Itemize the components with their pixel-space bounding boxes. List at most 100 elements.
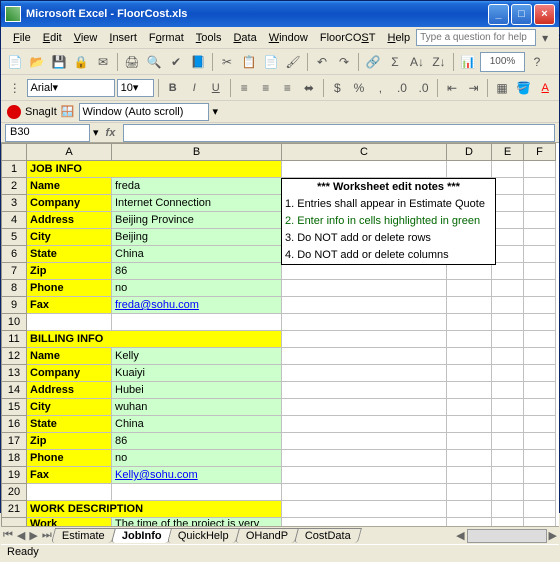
row-header[interactable]: 16 — [2, 416, 27, 433]
cell[interactable] — [282, 297, 447, 314]
close-button[interactable]: × — [534, 4, 555, 25]
cell[interactable] — [447, 518, 492, 527]
cell[interactable] — [524, 212, 556, 229]
menu-floorcost[interactable]: FloorCOST — [314, 30, 382, 46]
research-icon[interactable]: 📘 — [188, 52, 208, 72]
row-header[interactable]: 5 — [2, 229, 27, 246]
copy-icon[interactable]: 📋 — [239, 52, 259, 72]
percent-icon[interactable]: % — [349, 78, 369, 98]
cell[interactable]: The time of the project is very limit, s… — [112, 518, 282, 527]
dec-decimal-icon[interactable]: .0 — [414, 78, 434, 98]
hscroll-right-icon[interactable]: ▶ — [547, 529, 559, 542]
row-header[interactable]: 1 — [2, 161, 27, 178]
cell[interactable]: Name — [27, 348, 112, 365]
cell[interactable]: Hubei — [112, 382, 282, 399]
merge-icon[interactable]: ⬌ — [299, 78, 319, 98]
snagit-mode[interactable]: Window (Auto scroll) — [79, 103, 209, 121]
cell[interactable] — [524, 518, 556, 527]
underline-icon[interactable]: U — [206, 78, 226, 98]
preview-icon[interactable]: 🔍 — [144, 52, 164, 72]
cell[interactable] — [447, 161, 492, 178]
cell[interactable] — [492, 348, 524, 365]
cell[interactable] — [282, 433, 447, 450]
cell[interactable]: Beijing — [112, 229, 282, 246]
row-header[interactable]: 9 — [2, 297, 27, 314]
cell[interactable] — [524, 178, 556, 195]
cell[interactable] — [282, 501, 447, 518]
cell[interactable] — [524, 297, 556, 314]
help-dropdown-icon[interactable]: ▾ — [536, 28, 554, 48]
tab-nav-prev-icon[interactable]: ◀ — [15, 529, 27, 542]
cell[interactable] — [282, 450, 447, 467]
cell[interactable] — [524, 246, 556, 263]
cell[interactable]: Phone — [27, 450, 112, 467]
row-header[interactable]: 8 — [2, 280, 27, 297]
italic-icon[interactable]: I — [184, 78, 204, 98]
cell[interactable]: JOB INFO — [27, 161, 282, 178]
print-icon[interactable]: 🖨 — [122, 52, 142, 72]
dec-indent-icon[interactable]: ⇤ — [442, 78, 462, 98]
cell[interactable] — [282, 348, 447, 365]
new-icon[interactable]: 📄 — [5, 52, 25, 72]
cell[interactable] — [524, 382, 556, 399]
cell[interactable] — [492, 365, 524, 382]
cell[interactable] — [447, 382, 492, 399]
hyperlink-icon[interactable]: 🔗 — [363, 52, 383, 72]
cell[interactable] — [492, 331, 524, 348]
cell[interactable] — [524, 314, 556, 331]
cell[interactable]: State — [27, 246, 112, 263]
row-header[interactable]: 15 — [2, 399, 27, 416]
cell[interactable]: Address — [27, 382, 112, 399]
cell[interactable] — [492, 450, 524, 467]
snagit-window-icon[interactable]: 🪟 — [61, 105, 75, 118]
cell[interactable] — [282, 399, 447, 416]
tab-nav-next-icon[interactable]: ▶ — [27, 529, 39, 542]
cell[interactable]: freda — [112, 178, 282, 195]
sheet-tab[interactable]: QuickHelp — [167, 528, 240, 543]
cell[interactable] — [524, 433, 556, 450]
cell[interactable]: wuhan — [112, 399, 282, 416]
cell[interactable] — [447, 280, 492, 297]
font-size[interactable]: 10 ▾ — [117, 79, 154, 97]
chart-icon[interactable]: 📊 — [458, 52, 478, 72]
cell[interactable] — [282, 382, 447, 399]
row-header[interactable]: 3 — [2, 195, 27, 212]
row-header[interactable]: 6 — [2, 246, 27, 263]
row-header[interactable]: 14 — [2, 382, 27, 399]
autosum-icon[interactable]: Σ — [385, 52, 405, 72]
cell[interactable]: 86 — [112, 263, 282, 280]
inc-decimal-icon[interactable]: .0 — [392, 78, 412, 98]
row-header[interactable]: 20 — [2, 484, 27, 501]
cell[interactable] — [282, 416, 447, 433]
col-header[interactable]: D — [447, 144, 492, 161]
cell[interactable]: Fax — [27, 297, 112, 314]
cell[interactable] — [492, 399, 524, 416]
row-header[interactable]: 10 — [2, 314, 27, 331]
menu-help[interactable]: Help — [381, 30, 416, 46]
cell[interactable] — [282, 365, 447, 382]
cell[interactable] — [492, 416, 524, 433]
cell[interactable]: Name — [27, 178, 112, 195]
permission-icon[interactable]: 🔒 — [71, 52, 91, 72]
cell[interactable] — [447, 467, 492, 484]
cell[interactable]: State — [27, 416, 112, 433]
handle-icon[interactable]: ⋮ — [5, 78, 25, 98]
cell[interactable]: Company — [27, 365, 112, 382]
row-header[interactable]: 12 — [2, 348, 27, 365]
menu-view[interactable]: View — [68, 30, 104, 46]
cell[interactable] — [524, 399, 556, 416]
name-dropdown-icon[interactable]: ▾ — [90, 126, 102, 139]
sheet-tab[interactable]: CostData — [294, 528, 362, 543]
cell[interactable] — [282, 314, 447, 331]
cell[interactable]: Company — [27, 195, 112, 212]
zoom-box[interactable]: 100% — [480, 52, 525, 72]
minimize-button[interactable]: _ — [488, 4, 509, 25]
worksheet-grid[interactable]: A B C D E F 1JOB INFO2Namefreda3CompanyI… — [1, 143, 559, 526]
cell[interactable] — [447, 416, 492, 433]
cell[interactable] — [447, 331, 492, 348]
cell[interactable] — [282, 263, 447, 280]
cell[interactable] — [447, 399, 492, 416]
row-header[interactable]: 4 — [2, 212, 27, 229]
cell[interactable] — [447, 314, 492, 331]
cell[interactable] — [524, 416, 556, 433]
